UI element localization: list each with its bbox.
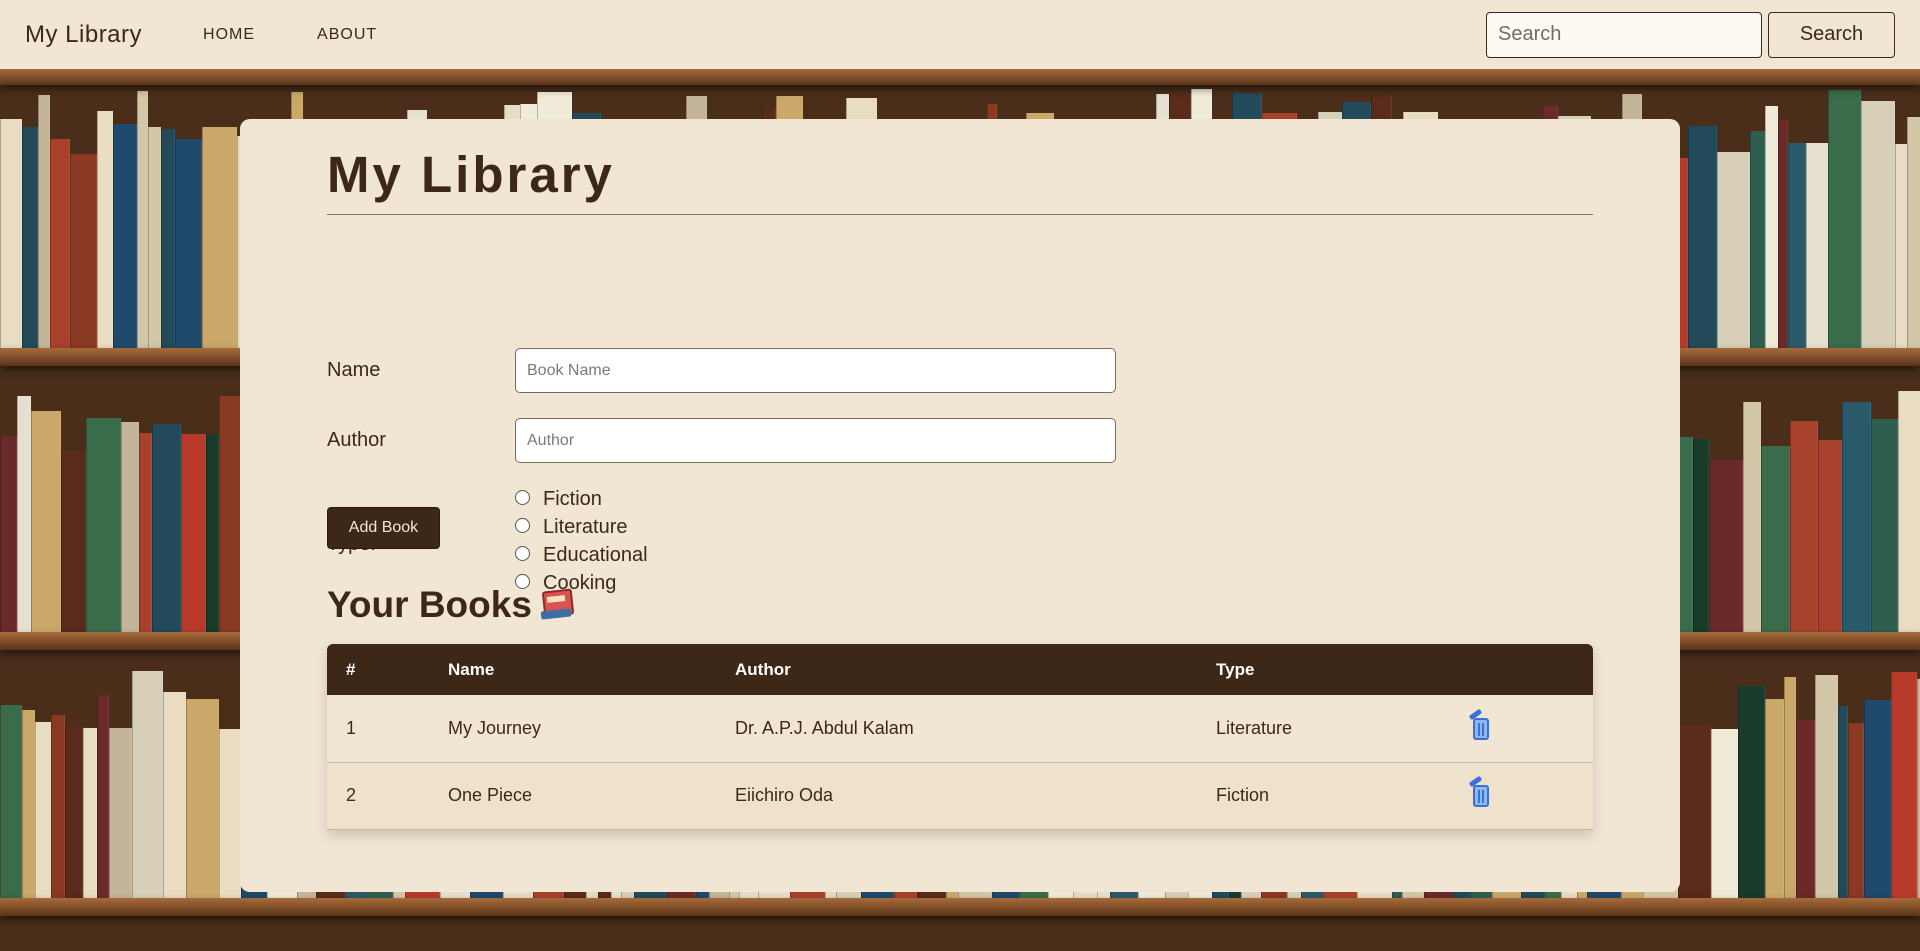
top-navbar: My Library HOME ABOUT Search — [0, 0, 1920, 69]
name-label: Name — [327, 359, 381, 381]
cell-number: 1 — [346, 717, 357, 738]
trash-icon[interactable] — [1468, 775, 1492, 808]
nav-home-link[interactable]: HOME — [203, 26, 255, 44]
col-header-name: Name — [448, 659, 495, 679]
type-option-literature[interactable]: Literature — [515, 513, 648, 541]
table-header: # Name Author Type — [327, 644, 1593, 695]
author-label: Author — [327, 429, 386, 451]
cell-author: Eiichiro Oda — [735, 785, 834, 805]
cell-type: Fiction — [1216, 785, 1270, 805]
cell-actions — [1468, 762, 1593, 829]
add-book-button[interactable]: Add Book — [327, 507, 440, 549]
book-name-input[interactable] — [515, 348, 1116, 393]
trash-icon[interactable] — [1468, 708, 1492, 741]
cell-author: Dr. A.P.J. Abdul Kalam — [735, 717, 914, 738]
type-option-educational[interactable]: Educational — [515, 541, 648, 569]
table-row: 2 One Piece Eiichiro Oda Fiction — [327, 762, 1593, 829]
radio-label: Fiction — [543, 487, 602, 510]
cell-number: 2 — [346, 785, 357, 805]
books-icon — [540, 584, 577, 620]
table-row: 1 My Journey Dr. A.P.J. Abdul Kalam Lite… — [327, 695, 1593, 762]
books-table: # Name Author Type 1 My Journey Dr. A.P.… — [327, 644, 1593, 830]
col-header-author: Author — [735, 659, 791, 679]
search-button[interactable]: Search — [1768, 11, 1895, 58]
nav-about-link[interactable]: ABOUT — [317, 26, 377, 44]
radio-educational[interactable] — [515, 545, 530, 561]
cell-actions — [1468, 695, 1593, 762]
page-title: My Library — [327, 146, 615, 203]
radio-label: Educational — [543, 543, 648, 566]
col-header-actions — [1469, 644, 1593, 695]
title-divider — [327, 214, 1593, 215]
cell-type: Literature — [1216, 717, 1293, 738]
search-input[interactable] — [1486, 11, 1762, 58]
col-header-number: # — [346, 659, 356, 679]
brand-logo[interactable]: My Library — [25, 21, 142, 49]
col-header-type: Type — [1216, 659, 1255, 679]
cell-name: One Piece — [448, 785, 533, 805]
your-books-title: Your Books — [327, 584, 532, 625]
type-option-fiction[interactable]: Fiction — [515, 485, 648, 513]
library-card: My Library Name Author Type: Fiction Lit… — [240, 119, 1680, 892]
radio-literature[interactable] — [515, 517, 530, 533]
radio-label: Literature — [543, 515, 628, 538]
cell-name: My Journey — [448, 717, 542, 738]
your-books-heading: Your Books — [327, 584, 577, 626]
type-radio-group: Fiction Literature Educational Cooking — [515, 485, 648, 597]
author-input[interactable] — [515, 418, 1116, 463]
radio-fiction[interactable] — [515, 489, 530, 505]
